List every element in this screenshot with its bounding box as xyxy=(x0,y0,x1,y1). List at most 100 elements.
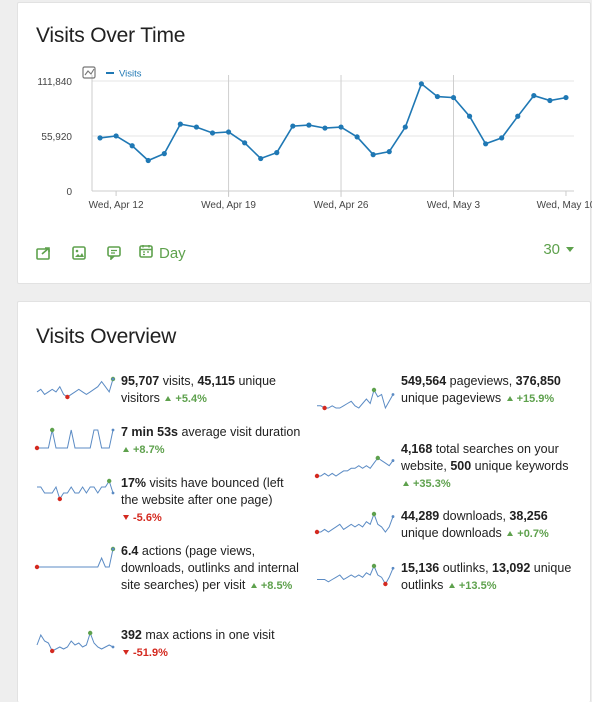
sparkline-min-point xyxy=(65,394,70,400)
data-point xyxy=(499,135,505,141)
actions-per-visit-sparkline[interactable] xyxy=(34,546,116,570)
metric-value: 7 min 53s xyxy=(121,425,178,439)
metric-value: 500 xyxy=(450,459,472,473)
downloads-sparkline[interactable] xyxy=(314,511,396,535)
sparkline-min-point xyxy=(314,473,320,479)
data-point xyxy=(531,92,537,99)
data-point xyxy=(242,140,248,146)
y-tick-label: 55,920 xyxy=(41,132,72,143)
visits-line-chart[interactable]: 0 55,920 111,840 Wed, Apr 12 Wed, Apr 19 Wed,… xyxy=(18,3,592,233)
metric-site-searches-text: 4,168 total searches on your website, 50… xyxy=(401,442,569,490)
annotation-icon[interactable] xyxy=(104,243,124,263)
metric-value: 38,256 xyxy=(509,509,548,523)
y-tick-label: 111,840 xyxy=(37,77,72,88)
site-searches-sparkline[interactable] xyxy=(314,455,396,479)
sparkline-min-point xyxy=(314,529,320,535)
trend-badge[interactable]: +15.9% xyxy=(505,393,555,405)
data-point xyxy=(322,125,328,131)
trend-badge[interactable]: +35.3% xyxy=(401,478,451,490)
metric-outlinks-text: 15,136 outlinks, 13,092 unique outlinks … xyxy=(401,561,572,592)
trend-value: -51.9% xyxy=(133,647,168,659)
data-point xyxy=(290,123,296,129)
data-point xyxy=(258,155,264,162)
legend-series-label: Visits xyxy=(119,69,142,80)
sparkline-path xyxy=(317,388,394,410)
data-point xyxy=(145,157,151,164)
y-tick-label: 0 xyxy=(66,187,72,198)
metric-bounce-rate: 17% visits have bounced (left the websit… xyxy=(34,475,304,527)
sparkline-last-point xyxy=(111,491,115,495)
sparkline-last-point xyxy=(111,377,115,381)
metric-avg-duration: 7 min 53s average visit duration +8.7% xyxy=(34,424,304,459)
widget-title: Visits Overview xyxy=(36,325,177,348)
data-point xyxy=(466,113,473,119)
metric-avg-duration-text: 7 min 53s average visit duration +8.7% xyxy=(121,425,301,456)
metric-pageviews: 549,564 pageviews, 376,850 unique pagevi… xyxy=(314,373,582,411)
sparkline-max-point xyxy=(371,511,377,517)
data-point xyxy=(386,149,392,155)
metric-value: 95,707 xyxy=(121,374,160,388)
max-actions-sparkline[interactable] xyxy=(34,630,116,654)
data-point xyxy=(209,130,216,136)
chart-legend: Visits xyxy=(82,66,142,80)
sparkline-path xyxy=(36,631,114,652)
period-selector[interactable]: Day xyxy=(139,244,186,263)
chevron-down-icon xyxy=(566,247,574,252)
sparkline-last-point xyxy=(391,566,395,570)
sparkline-min-point xyxy=(322,405,327,411)
metric-downloads: 44,289 downloads, 38,256 unique download… xyxy=(314,508,582,543)
trend-badge[interactable]: -51.9% xyxy=(121,647,168,659)
sparkline-max-point xyxy=(371,387,377,393)
sparkline-max-point xyxy=(375,455,380,461)
avg-duration-sparkline[interactable] xyxy=(34,427,116,451)
image-icon[interactable] xyxy=(69,243,89,263)
trend-badge[interactable]: +13.5% xyxy=(447,580,497,592)
metric-pageviews-text: 549,564 pageviews, 376,850 unique pagevi… xyxy=(401,374,561,405)
data-point xyxy=(177,121,183,127)
data-point xyxy=(113,133,119,139)
trend-badge[interactable]: -5.6% xyxy=(121,512,162,524)
metric-value: 13,092 xyxy=(492,561,531,575)
period-label: Day xyxy=(159,244,186,262)
sparkline-max-point xyxy=(88,630,93,636)
metric-downloads-text: 44,289 downloads, 38,256 unique download… xyxy=(401,509,549,540)
sparkline-path xyxy=(36,378,114,398)
arrow-up-icon xyxy=(165,396,172,401)
trend-badge[interactable]: +5.4% xyxy=(163,393,207,405)
visits-overview-widget: Visits Overview 95,707 visits, 45,115 un… xyxy=(17,301,591,702)
row-limit-value: 30 xyxy=(543,241,560,258)
visits-sparkline[interactable] xyxy=(34,376,116,400)
data-point xyxy=(515,113,521,119)
sparkline-min-point xyxy=(34,564,40,570)
arrow-up-icon xyxy=(506,396,513,401)
sparkline-last-point xyxy=(111,645,115,649)
data-point xyxy=(450,94,457,101)
data-point xyxy=(97,135,103,141)
row-limit-selector[interactable]: 30 xyxy=(543,241,574,258)
trend-value: +8.5% xyxy=(260,580,293,592)
metric-value: 549,564 xyxy=(401,374,447,388)
data-point xyxy=(483,141,489,147)
export-icon[interactable] xyxy=(34,243,54,263)
sparkline-path xyxy=(317,457,394,477)
pageviews-sparkline[interactable] xyxy=(314,387,396,411)
sparkline-last-point xyxy=(391,393,395,396)
trend-value: +5.4% xyxy=(175,393,207,405)
trend-badge[interactable]: +0.7% xyxy=(505,528,549,540)
sparkline-min-point xyxy=(383,581,388,587)
metric-actions-per-visit: 6.4 actions (page views, downloads, outl… xyxy=(34,543,304,595)
trend-badge[interactable]: +8.5% xyxy=(249,580,293,592)
metric-bounce-rate-text: 17% visits have bounced (left the websit… xyxy=(121,476,284,524)
trend-badge[interactable]: +8.7% xyxy=(121,444,165,456)
bounce-rate-sparkline[interactable] xyxy=(34,478,116,502)
outlinks-sparkline[interactable] xyxy=(314,563,396,587)
sparkline-min-point xyxy=(57,496,62,502)
data-point xyxy=(434,93,441,100)
data-point xyxy=(354,134,360,140)
sparkline-path xyxy=(37,479,114,501)
metric-visits: 95,707 visits, 45,115 unique visitors +5… xyxy=(34,373,304,408)
trend-value: +15.9% xyxy=(516,393,555,405)
data-point xyxy=(547,97,553,104)
metric-value: 376,850 xyxy=(515,374,561,388)
data-point xyxy=(161,151,167,157)
